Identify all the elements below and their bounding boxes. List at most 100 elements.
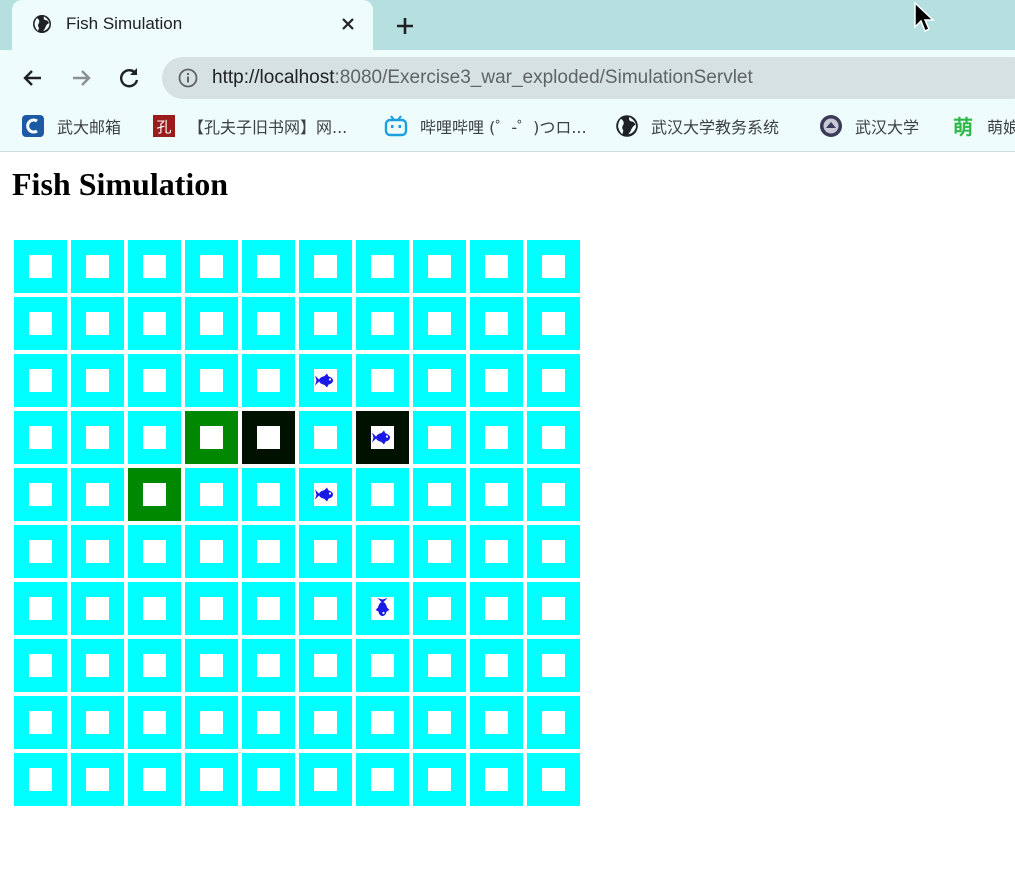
bookmark-kongfuzi[interactable]: 孔 【孔夫子旧书网】网... (152, 114, 347, 138)
cell-center (143, 597, 166, 620)
bilibili-icon (384, 114, 408, 138)
grid-cell (354, 238, 411, 295)
cell-center (314, 312, 337, 335)
cell-center (86, 312, 109, 335)
reload-button[interactable] (116, 65, 142, 91)
close-icon[interactable] (338, 14, 358, 34)
page-title: Fish Simulation (12, 166, 229, 202)
grid-cell (12, 295, 69, 352)
forward-button[interactable] (68, 65, 94, 91)
globe-icon (33, 15, 51, 33)
cell-center (257, 483, 280, 506)
address-bar[interactable]: http://localhost:8080/Exercise3_war_expl… (162, 57, 1015, 99)
cell-center (485, 597, 508, 620)
bookmarks-bar: 武大邮箱 孔 【孔夫子旧书网】网... 哔哩哔哩 (゜-゜)つロ... 武汉大学… (0, 106, 1015, 152)
cell-center (29, 654, 52, 677)
cell-center (542, 711, 565, 734)
back-button[interactable] (20, 65, 46, 91)
cell-center (29, 768, 52, 791)
grid-cell (183, 295, 240, 352)
cell-center (428, 540, 451, 563)
grid-cell (297, 751, 354, 808)
cell-center (314, 426, 337, 449)
url-host: http://localhost (212, 67, 335, 88)
cell-center (29, 312, 52, 335)
grid-cell (12, 751, 69, 808)
cell-center (200, 426, 223, 449)
grid-cell (297, 238, 354, 295)
bookmark-moegirl[interactable]: 萌 萌娘 (951, 114, 1015, 138)
cell-center (257, 255, 280, 278)
grid-cell (411, 295, 468, 352)
cell-center (485, 312, 508, 335)
bookmark-whu-mail[interactable]: 武大邮箱 (21, 114, 121, 138)
bookmark-whu[interactable]: 武汉大学 (819, 114, 919, 138)
bookmark-bilibili[interactable]: 哔哩哔哩 (゜-゜)つロ... (384, 114, 587, 138)
grid-cell (411, 352, 468, 409)
cell-center (314, 597, 337, 620)
grid-cell (468, 466, 525, 523)
cell-center (542, 369, 565, 392)
grid-cell (126, 295, 183, 352)
grid-cell (126, 580, 183, 637)
cell-center (200, 369, 223, 392)
cell-center (485, 540, 508, 563)
cell-center (485, 711, 508, 734)
cell-center (428, 426, 451, 449)
cell-center (143, 369, 166, 392)
browser-toolbar: http://localhost:8080/Exercise3_war_expl… (0, 50, 1015, 106)
grid-cell (468, 637, 525, 694)
grid-cell (240, 238, 297, 295)
bookmark-label: 武汉大学 (855, 118, 920, 137)
cell-center (143, 711, 166, 734)
c-mail-icon (21, 114, 45, 138)
kongfuzi-icon: 孔 (152, 114, 176, 138)
cell-center (86, 711, 109, 734)
cell-center (542, 654, 565, 677)
grid-cell (525, 523, 582, 580)
cell-center (314, 768, 337, 791)
grid-cell (126, 409, 183, 466)
grid-cell (69, 580, 126, 637)
cell-center (428, 369, 451, 392)
grid-cell (468, 409, 525, 466)
fish-right-icon (315, 373, 333, 388)
grid-cell (240, 409, 297, 466)
new-tab-button[interactable] (393, 14, 417, 38)
bookmark-whu-academic[interactable]: 武汉大学教务系统 (615, 114, 779, 138)
cell-center (428, 312, 451, 335)
cell-center (371, 654, 394, 677)
cell-center (371, 597, 394, 620)
cell-center (542, 483, 565, 506)
cell-center (29, 597, 52, 620)
grid-cell (240, 352, 297, 409)
cell-center (314, 255, 337, 278)
cell-center (485, 654, 508, 677)
cell-center (542, 426, 565, 449)
grid-cell (183, 523, 240, 580)
cell-center (371, 483, 394, 506)
browser-tab[interactable]: Fish Simulation (12, 0, 373, 50)
cell-center (314, 483, 337, 506)
cell-center (257, 426, 280, 449)
grid-cell (12, 694, 69, 751)
cell-center (29, 369, 52, 392)
grid-cell (354, 523, 411, 580)
cell-center (485, 483, 508, 506)
grid-cell (126, 238, 183, 295)
cell-center (143, 483, 166, 506)
grid-cell (354, 637, 411, 694)
grid-cell (297, 352, 354, 409)
tab-strip: Fish Simulation (0, 0, 1015, 50)
grid-cell (525, 580, 582, 637)
fish-right-icon (372, 430, 390, 445)
grid-cell (525, 637, 582, 694)
cell-center (200, 597, 223, 620)
cell-center (200, 711, 223, 734)
grid-cell (12, 580, 69, 637)
grid-cell (468, 751, 525, 808)
cell-center (200, 540, 223, 563)
grid-cell (240, 295, 297, 352)
svg-text:萌: 萌 (953, 115, 973, 138)
info-icon[interactable] (178, 68, 198, 88)
